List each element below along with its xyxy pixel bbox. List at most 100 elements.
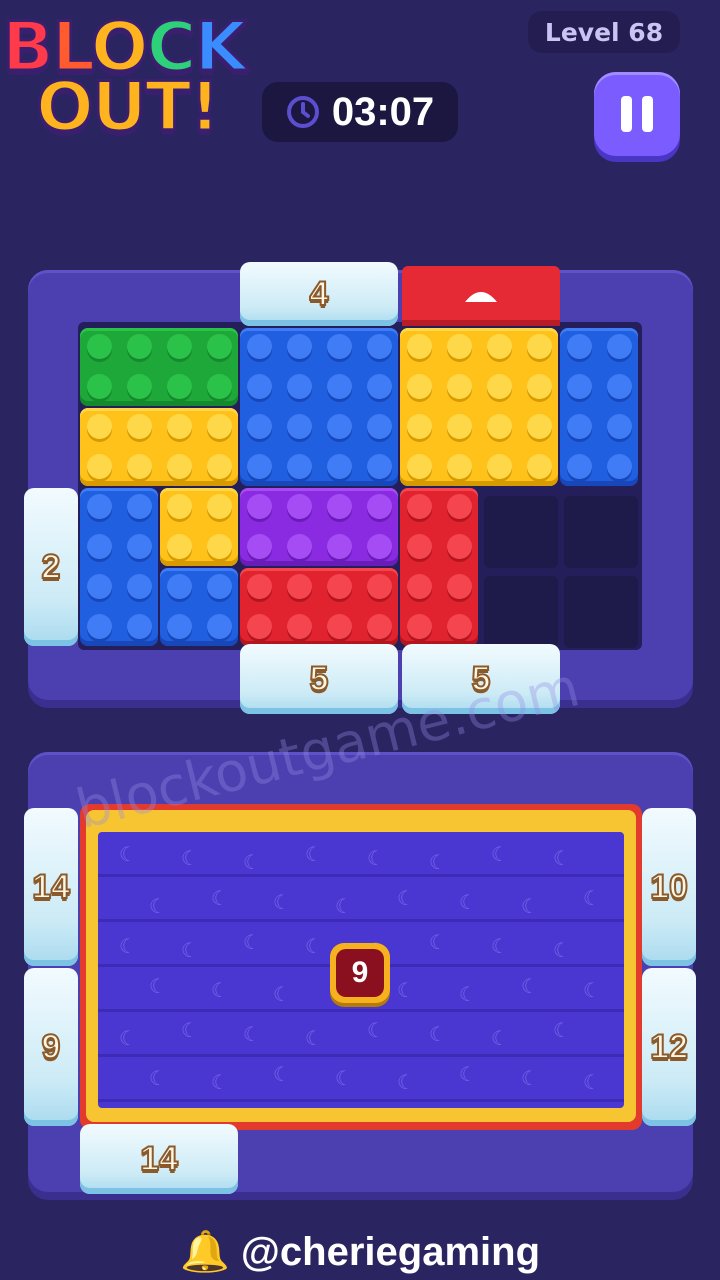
stud [247, 494, 272, 519]
stud [127, 574, 152, 599]
block-red-bottom[interactable] [240, 568, 398, 646]
stud [327, 494, 352, 519]
empty-cell [484, 496, 558, 568]
moon-pattern: ☾ [242, 850, 261, 874]
stud [567, 334, 592, 359]
moon-pattern: ☾ [118, 842, 137, 866]
stud [127, 374, 152, 399]
moon-pattern: ☾ [118, 934, 137, 958]
stud [327, 374, 352, 399]
stud [287, 494, 312, 519]
clock-icon [286, 96, 319, 128]
block-blue-l[interactable] [160, 568, 238, 646]
block-yellow-top[interactable] [400, 328, 558, 486]
moon-pattern: ☾ [428, 850, 447, 874]
stud [287, 414, 312, 439]
stud [167, 414, 192, 439]
stud [287, 534, 312, 559]
moon-pattern: ☾ [272, 982, 291, 1006]
stud [127, 494, 152, 519]
stud [287, 334, 312, 359]
moon-pattern: ☾ [582, 978, 601, 1002]
stud [87, 614, 112, 639]
moon-pattern: ☾ [520, 974, 539, 998]
block-red-tall[interactable] [400, 488, 478, 646]
stud [87, 494, 112, 519]
stud [367, 454, 392, 479]
block-blue-right[interactable] [560, 328, 638, 486]
stud [247, 614, 272, 639]
block-blue-l[interactable] [80, 488, 158, 646]
moon-pattern: ☾ [118, 1026, 137, 1050]
stud [127, 414, 152, 439]
moon-pattern: ☾ [490, 1026, 509, 1050]
ice-gate-tray-right-top: 10 [642, 808, 696, 966]
stud [447, 374, 472, 399]
stud [567, 414, 592, 439]
stud [527, 414, 552, 439]
moon-pattern: ☾ [396, 978, 415, 1002]
stud [367, 494, 392, 519]
stud [247, 374, 272, 399]
pause-button[interactable] [594, 72, 680, 156]
block-yellow-l[interactable] [80, 408, 238, 486]
stud [287, 374, 312, 399]
ice-gate-tray-bottom: 14 [80, 1124, 238, 1194]
moon-pattern: ☾ [334, 1066, 353, 1090]
stud [167, 374, 192, 399]
stud [567, 454, 592, 479]
ice-gate-tray-right-bottom: 12 [642, 968, 696, 1126]
stud [607, 334, 632, 359]
block-green[interactable] [80, 328, 238, 406]
stud [447, 614, 472, 639]
stud [607, 374, 632, 399]
stud [407, 374, 432, 399]
stud [247, 454, 272, 479]
empty-cell [564, 496, 638, 568]
stud [207, 574, 232, 599]
game-logo: BLOCK OUT! [0, 0, 270, 150]
stud [247, 334, 272, 359]
ice-gate-tray-left-top: 14 [24, 808, 78, 966]
stud [167, 454, 192, 479]
stud [327, 454, 352, 479]
stud [207, 374, 232, 399]
moon-pattern: ☾ [490, 842, 509, 866]
stud [127, 534, 152, 559]
moon-pattern: ☾ [366, 846, 385, 870]
stud [287, 614, 312, 639]
moon-pattern: ☾ [582, 886, 601, 910]
stud [87, 574, 112, 599]
block-blue-top[interactable] [240, 328, 398, 486]
stud [167, 574, 192, 599]
moon-pattern: ☾ [334, 894, 353, 918]
stud [207, 494, 232, 519]
moon-pattern: ☾ [180, 1018, 199, 1042]
moon-pattern: ☾ [210, 1070, 229, 1094]
stud [607, 454, 632, 479]
stud [487, 374, 512, 399]
block-purple[interactable] [240, 488, 398, 566]
moon-pattern: ☾ [242, 1022, 261, 1046]
stud [327, 574, 352, 599]
bell-icon: 🔔 [179, 1230, 230, 1274]
level-indicator: Level 68 [528, 11, 680, 53]
timer: 03:07 [262, 82, 458, 142]
moon-pattern: ☾ [242, 930, 261, 954]
stud [327, 414, 352, 439]
moon-pattern: ☾ [180, 846, 199, 870]
ice-gate-left: 2 [24, 488, 78, 646]
moon-pattern: ☾ [148, 974, 167, 998]
moon-pattern: ☾ [490, 934, 509, 958]
stud [87, 454, 112, 479]
stud [527, 334, 552, 359]
block-yellow-l[interactable] [160, 488, 238, 566]
stud [87, 374, 112, 399]
creator-handle: 🔔 @cheriegaming [179, 1230, 541, 1274]
stud [287, 454, 312, 479]
stud [207, 454, 232, 479]
stud [367, 414, 392, 439]
stud [327, 334, 352, 359]
moon-pattern: ☾ [458, 1062, 477, 1086]
moon-pattern: ☾ [396, 886, 415, 910]
